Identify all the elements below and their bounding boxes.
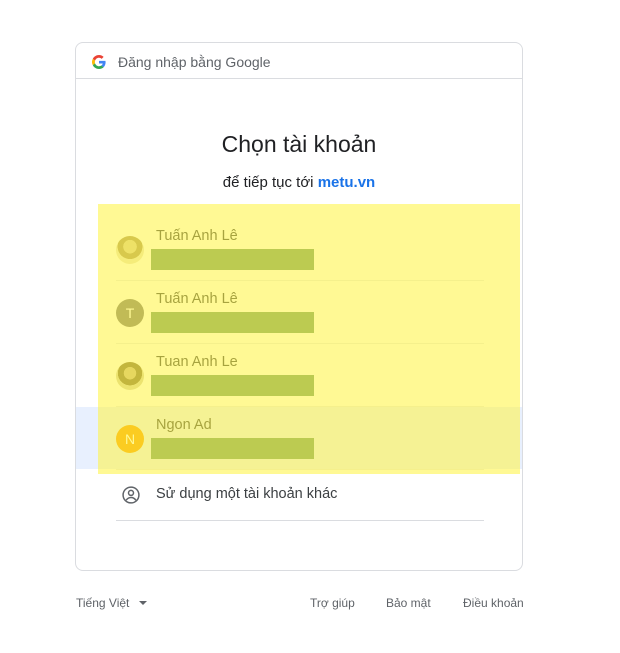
privacy-link[interactable]: Bảo mật (386, 596, 431, 610)
header-title: Đăng nhập bằng Google (118, 54, 271, 70)
email-redaction (151, 375, 314, 396)
avatar-letter: N (124, 431, 136, 447)
account-item[interactable]: Tuan Anh Le (116, 344, 484, 407)
site-link[interactable]: metu.vn (318, 174, 376, 191)
avatar: N (116, 425, 144, 453)
account-name: Tuấn Anh Lê (156, 291, 238, 307)
avatar (116, 362, 144, 390)
google-g-icon (92, 55, 106, 69)
email-redaction (151, 438, 314, 459)
person-circle-icon (122, 486, 140, 504)
avatar: T (116, 299, 144, 327)
account-name: Ngon Ad (156, 417, 212, 433)
subtitle-prefix: để tiếp tục tới (222, 174, 314, 191)
use-another-account-label: Sử dụng một tài khoản khác (156, 486, 338, 502)
page-title: Chọn tài khoản (221, 131, 377, 157)
email-redaction (151, 312, 314, 333)
account-item[interactable]: N Ngon Ad (116, 407, 484, 470)
caret-down-icon (139, 601, 148, 605)
card-header: Đăng nhập bằng Google (76, 43, 522, 79)
help-link[interactable]: Trợ giúp (310, 596, 355, 610)
language-label: Tiếng Việt (76, 596, 130, 610)
avatar (116, 236, 144, 264)
account-chooser-card: Đăng nhập bằng Google Chọn tài khoản để … (75, 42, 523, 571)
account-item[interactable]: Tuấn Anh Lê (116, 218, 484, 281)
avatar-letter: T (125, 305, 135, 321)
email-redaction (151, 249, 314, 270)
account-name: Tuấn Anh Lê (156, 228, 238, 244)
language-selector[interactable]: Tiếng Việt (76, 596, 148, 610)
terms-link[interactable]: Điều khoản (463, 596, 524, 610)
account-item[interactable]: T Tuấn Anh Lê (116, 281, 484, 344)
use-another-account-button[interactable]: Sử dụng một tài khoản khác (116, 470, 484, 521)
account-name: Tuan Anh Le (156, 354, 238, 370)
page-subtitle: để tiếp tục tới metu.vn (76, 174, 522, 191)
